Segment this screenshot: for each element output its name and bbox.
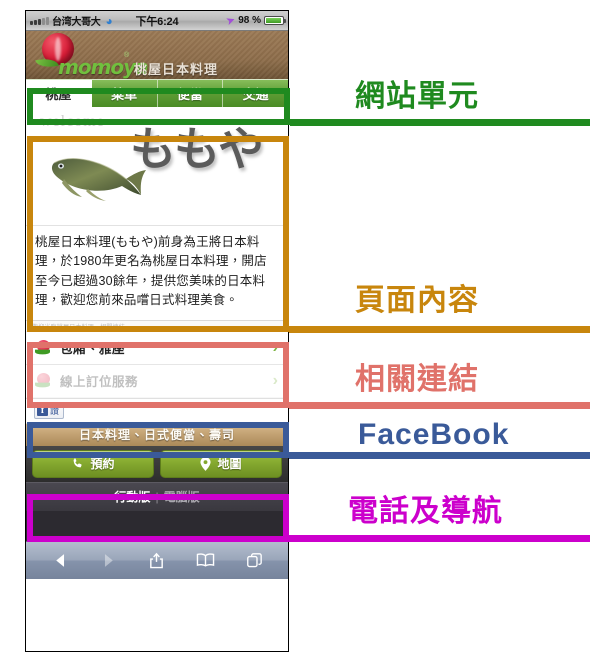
site-footer: 行動版 | 電腦版: [26, 481, 288, 511]
annotation-label-facebook: FaceBook: [358, 418, 510, 451]
back-arrow-icon[interactable]: [52, 552, 69, 569]
link-label: 包廂、雅座: [60, 342, 126, 356]
annotation-rule-facebook: [289, 452, 590, 459]
site-nav-tabs[interactable]: 桃屋 菜單 便當 交通: [26, 79, 288, 107]
desktop-version-link[interactable]: 電腦版: [164, 488, 200, 505]
phone-device-frame: 台湾大哥大 ◕ 下午6:24 ➤ 98 % momoya ® 桃屋日本料理 桃屋…: [25, 10, 289, 652]
ios-status-bar: 台湾大哥大 ◕ 下午6:24 ➤ 98 %: [26, 11, 288, 31]
phone-screen: 台湾大哥大 ◕ 下午6:24 ➤ 98 % momoya ® 桃屋日本料理 桃屋…: [26, 11, 288, 651]
footer-separator: |: [155, 489, 159, 504]
hero-banner: welcome ももや: [26, 107, 288, 226]
list-item[interactable]: 線上訂位服務 ›: [26, 365, 288, 398]
facebook-like-bar: f 讚: [26, 397, 288, 424]
site-header-banner: momoya ® 桃屋日本料理: [26, 31, 288, 79]
mobile-version-link[interactable]: 行動版: [114, 488, 150, 505]
carp-fish-photo: [51, 158, 146, 201]
reservation-button[interactable]: 預約: [32, 449, 154, 478]
contact-action-bar: 預約 地圖: [26, 445, 288, 482]
tab-transport[interactable]: 交通: [223, 80, 288, 107]
links-section-caption: 歡迎光臨桃屋日本料理．相關連結: [26, 320, 288, 332]
peach-bullet-icon: [35, 340, 51, 355]
facebook-like-button[interactable]: f 讚: [34, 402, 65, 419]
tagline-banner: 日本料理、日式便當、壽司: [26, 423, 288, 446]
intro-paragraph: 桃屋日本料理(ももや)前身為王將日本料理，於1980年更名為桃屋日本料理，開店至…: [35, 235, 267, 308]
battery-percent: 98 %: [238, 15, 261, 26]
chevron-right-icon: ›: [272, 371, 278, 389]
facebook-icon: f: [37, 405, 48, 416]
safari-bottom-toolbar: [26, 540, 288, 579]
annotation-label-contact: 電話及導航: [348, 495, 503, 528]
annotation-rule-content: [289, 326, 590, 333]
location-arrow-icon: ➤: [224, 13, 238, 29]
list-item[interactable]: 包廂、雅座 ›: [26, 332, 288, 365]
share-icon[interactable]: [148, 552, 165, 569]
forward-arrow-icon: [100, 552, 117, 569]
annotation-rule-links: [289, 402, 590, 409]
chevron-right-icon: ›: [272, 338, 278, 356]
annotation-label-nav: 網站單元: [355, 80, 479, 113]
welcome-text: welcome: [40, 113, 105, 130]
annotation-label-links: 相關連結: [355, 363, 479, 396]
tab-menu[interactable]: 菜單: [92, 80, 158, 107]
map-pin-icon: [200, 456, 212, 471]
reservation-label: 預約: [90, 457, 115, 471]
annotation-rule-nav: [290, 119, 590, 126]
page-content-area: welcome ももや 桃屋日本料理(ももや)前身為王將日本料理，於1980年更…: [26, 107, 288, 541]
phone-icon: [74, 458, 83, 468]
annotation-rule-contact: [289, 535, 590, 542]
annotation-label-content: 頁面內容: [355, 284, 479, 317]
tabs-icon[interactable]: [246, 552, 263, 569]
map-button[interactable]: 地圖: [160, 449, 282, 478]
footer-filler: [26, 510, 288, 541]
map-label: 地圖: [217, 457, 242, 471]
battery-icon: [264, 16, 286, 25]
tab-home[interactable]: 桃屋: [26, 80, 92, 107]
related-links-list: 歡迎光臨桃屋日本料理．相關連結 包廂、雅座 › 線上訂位服務 ›: [26, 319, 288, 398]
facebook-like-label: 讚: [50, 406, 60, 416]
status-right-group: ➤ 98 %: [224, 13, 286, 29]
brand-name-chinese: 桃屋日本料理: [134, 62, 219, 77]
tab-bento[interactable]: 便當: [158, 80, 224, 107]
link-label: 線上訂位服務: [60, 375, 139, 389]
peach-bullet-icon: [35, 373, 51, 388]
bookmarks-icon[interactable]: [196, 552, 215, 568]
registered-mark: ®: [124, 52, 130, 59]
